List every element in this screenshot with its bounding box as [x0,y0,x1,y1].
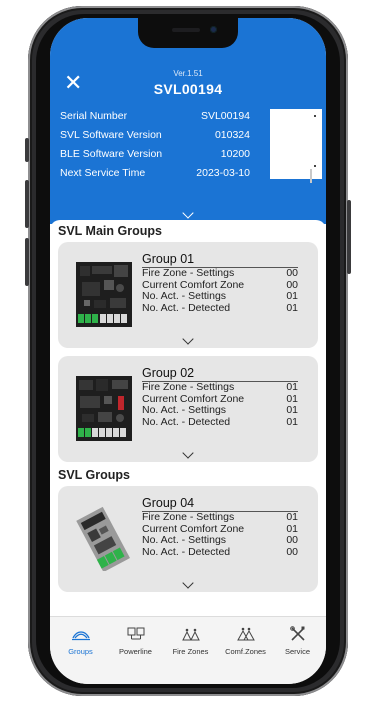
group-stats: Fire Zone - Settings 01 Current Comfort Z… [142,511,298,559]
chevron-down-icon [182,333,194,345]
tab-comfort-zones[interactable]: Comf.Zones [218,625,273,656]
stat-value: 01 [286,290,298,302]
service-tools-icon [270,625,325,643]
stat-row: Fire Zone - Settings 01 [142,511,298,524]
info-row: Serial Number SVL00194 [60,109,250,128]
stat-value: 00 [286,534,298,546]
chevron-down-icon [182,577,194,589]
info-label: Serial Number [60,110,128,122]
stat-label: Fire Zone - Settings [142,381,235,393]
stat-row: No. Act. - Settings 00 [142,534,298,547]
tab-label: Groups [68,647,93,656]
device-info-list: Serial Number SVL00194 SVL Software Vers… [60,109,250,185]
stat-label: No. Act. - Settings [142,404,227,416]
info-value: SVL00194 [200,110,250,122]
app-screen: ✕ Ver.1.51 SVL00194 Serial Number SVL001… [50,18,326,684]
section-title-main-groups: SVL Main Groups [58,224,162,238]
stat-value: 01 [286,404,298,416]
stat-value: 00 [286,545,298,558]
tab-label: Powerline [119,647,152,656]
info-row: Next Service Time 2023-03-10 [60,166,250,185]
stat-row: Fire Zone - Settings 01 [142,381,298,394]
stat-value: 01 [286,511,298,523]
stat-value: 01 [286,301,298,314]
group-card[interactable]: Group 02 Fire Zone - Settings 01 Current … [58,356,318,462]
tab-label: Fire Zones [172,647,209,656]
bottom-tab-bar: Groups Powerline Fire Zones Comf.Zones S… [50,616,326,684]
phone-side-button [25,238,29,286]
stat-label: No. Act. - Detected [142,415,231,428]
fire-zones-icon [163,625,218,643]
stat-row: No. Act. - Detected 00 [142,545,298,559]
powerline-icon [108,625,163,643]
phone-side-button [25,138,29,162]
expand-card-button[interactable] [58,444,318,462]
comfort-zones-icon [218,625,273,643]
info-value: 010324 [214,129,250,141]
device-title: SVL00194 [153,81,223,97]
info-value: 10200 [220,148,250,160]
group-stats: Fire Zone - Settings 01 Current Comfort Z… [142,381,298,429]
stat-row: No. Act. - Detected 01 [142,301,298,315]
circuit-board-image [76,506,130,571]
phone-notch [138,18,238,48]
stat-label: No. Act. - Detected [142,301,231,314]
section-title-groups: SVL Groups [58,468,131,482]
device-header: ✕ Ver.1.51 SVL00194 Serial Number SVL001… [50,18,326,224]
groups-icon [53,625,108,643]
groups-content[interactable]: SVL Main Groups Group 01 Fire Zone - Set… [50,220,326,616]
stat-value: 00 [286,267,298,279]
tab-label: Comf.Zones [225,647,266,656]
info-label: SVL Software Version [60,129,162,141]
stat-value: 01 [286,381,298,393]
expand-card-button[interactable] [58,574,318,592]
circuit-board-image [76,262,132,327]
group-stats: Fire Zone - Settings 00 Current Comfort Z… [142,267,298,315]
group-card[interactable]: Group 01 Fire Zone - Settings 00 Current … [58,242,318,348]
stat-label: No. Act. - Settings [142,290,227,302]
group-title: Group 04 [142,496,195,510]
phone-side-button [25,180,29,228]
device-image [270,109,322,183]
tab-fire-zones[interactable]: Fire Zones [163,625,218,656]
tab-label: Service [284,647,310,656]
tab-powerline[interactable]: Powerline [108,625,163,656]
stat-row: Fire Zone - Settings 00 [142,267,298,280]
tab-groups[interactable]: Groups [53,625,108,656]
stat-row: No. Act. - Settings 01 [142,404,298,417]
tab-service[interactable]: Service [270,625,325,656]
speaker-grille [172,28,200,32]
stat-label: No. Act. - Settings [142,534,227,546]
group-card[interactable]: Group 04 Fire Zone - Settings 01 Current … [58,486,318,592]
app-version: Ver.1.51 [173,69,203,78]
expand-card-button[interactable] [58,330,318,348]
group-title: Group 02 [142,366,195,380]
stat-row: No. Act. - Settings 01 [142,290,298,303]
chevron-down-icon [182,207,194,219]
front-camera [210,26,217,33]
stat-label: Fire Zone - Settings [142,511,235,523]
phone-power-button [347,200,351,274]
info-row: SVL Software Version 010324 [60,128,250,147]
stat-label: Fire Zone - Settings [142,267,235,279]
group-title: Group 01 [142,252,195,266]
stat-value: 01 [286,415,298,428]
stat-label: No. Act. - Detected [142,545,231,558]
info-row: BLE Software Version 10200 [60,147,250,166]
info-value: 2023-03-10 [196,167,250,179]
info-label: BLE Software Version [60,148,163,160]
stat-row: No. Act. - Detected 01 [142,415,298,429]
chevron-down-icon [182,447,194,459]
circuit-board-image [76,376,132,441]
info-label: Next Service Time [60,167,146,179]
